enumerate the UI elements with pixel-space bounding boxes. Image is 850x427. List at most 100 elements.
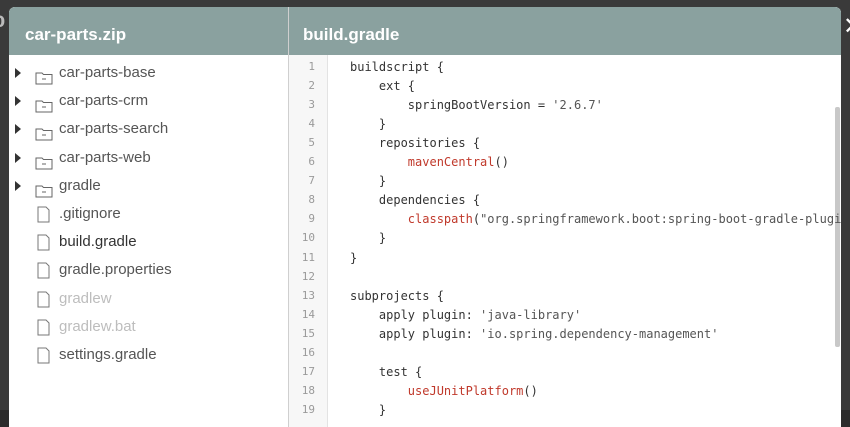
code-line: } — [350, 174, 386, 188]
tree-folder[interactable]: gradle — [9, 172, 288, 200]
vertical-scrollbar[interactable] — [835, 107, 840, 347]
code-line: dependencies { — [350, 193, 480, 207]
line-number: 18 — [301, 383, 315, 397]
line-number: 9 — [308, 212, 315, 226]
line-number: 2 — [308, 79, 315, 93]
code-text: springBootVersion = — [350, 98, 553, 113]
code-line: apply plugin: 'java-library' — [350, 308, 581, 322]
code-text: ( — [472, 212, 481, 227]
code-line: } — [350, 117, 386, 131]
code-string: '2.6.7' — [552, 98, 603, 113]
line-number-gutter: 1 2 3 4 5 6 7 8 9 10 11 12 13 14 15 16 17 18 19 — [289, 55, 328, 427]
code-string: 'java-library' — [480, 307, 582, 322]
code-function: mavenCentral — [407, 155, 495, 170]
code-text: } — [350, 250, 358, 265]
code-line: subprojects { — [350, 289, 444, 303]
code-text: } — [350, 117, 387, 132]
caret-right-icon[interactable] — [15, 152, 21, 163]
tree-item-label: car-parts-base — [59, 64, 156, 81]
code-text: apply plugin: — [350, 307, 481, 322]
code-line: classpath("org.springframework.boot:spri… — [350, 212, 841, 226]
tree-folder[interactable]: car-parts-web — [9, 144, 288, 172]
line-number: 5 — [308, 136, 315, 150]
archive-title: car-parts.zip — [9, 7, 288, 55]
tree-item-label: gradlew — [59, 289, 112, 307]
code-line: useJUnitPlatform() — [350, 384, 538, 398]
code-line: } — [350, 231, 386, 245]
line-number: 16 — [301, 345, 315, 359]
code-line: buildscript { — [350, 60, 444, 74]
code-viewer[interactable]: 1 2 3 4 5 6 7 8 9 10 11 12 13 14 15 16 17 18 19 buildscrip… — [289, 55, 841, 427]
line-number: 12 — [301, 269, 315, 283]
tree-file[interactable]: settings.gradle — [9, 341, 288, 369]
file-title: build.gradle — [289, 7, 841, 55]
code-text: test { — [350, 364, 423, 379]
tree-item-label: .gitignore — [59, 204, 121, 222]
code-text: buildscript { — [350, 60, 444, 74]
file-tree: car-parts-base car-parts-crm car-parts-sea… — [9, 55, 288, 369]
line-number: 10 — [301, 231, 315, 245]
tree-file[interactable]: gradlew — [9, 285, 288, 313]
archive-viewer-dialog: car-parts.zip car-parts-base car-parts-cr… — [9, 7, 841, 427]
code-line: springBootVersion = '2.6.7' — [350, 98, 603, 112]
tree-item-label: car-parts-search — [59, 120, 169, 138]
tree-file[interactable]: build.gradle — [9, 228, 288, 256]
code-text: subprojects { — [350, 288, 444, 303]
tree-item-label: car-parts-crm — [59, 92, 149, 110]
tree-file[interactable]: gradlew.bat — [9, 313, 288, 341]
tree-item-label: settings.gradle — [59, 345, 157, 363]
file-icon — [37, 346, 50, 374]
tree-item-label: build.gradle — [59, 233, 137, 251]
tree-item-label: gradle — [59, 176, 101, 194]
code-text: () — [523, 383, 538, 398]
tree-item-label: car-parts-web — [59, 148, 151, 166]
tree-file[interactable]: .gitignore — [9, 200, 288, 228]
code-line: ext { — [350, 79, 415, 93]
line-number: 8 — [308, 193, 315, 207]
code-line: mavenCentral() — [350, 155, 509, 169]
line-number: 19 — [301, 402, 315, 416]
code-line: repositories { — [350, 136, 480, 150]
line-number: 13 — [301, 288, 315, 302]
caret-right-icon[interactable] — [15, 180, 21, 191]
close-icon[interactable]: ✕ — [843, 14, 850, 38]
line-number: 15 — [301, 326, 315, 340]
line-number: 6 — [308, 155, 315, 169]
code-line: test { — [350, 365, 422, 379]
background-partial-glyph: 0 — [0, 12, 5, 31]
code-string: 'io.spring.dependency-management' — [480, 326, 719, 341]
code-string: "org.springframework.boot:spring-boot-gr… — [480, 212, 841, 227]
code-text: () — [494, 155, 509, 170]
code-text: dependencies { — [350, 193, 481, 208]
caret-right-icon[interactable] — [15, 96, 21, 107]
code-text: repositories { — [350, 136, 481, 151]
caret-right-icon[interactable] — [15, 124, 21, 135]
code-line: apply plugin: 'io.spring.dependency-mana… — [350, 326, 719, 341]
line-number: 14 — [301, 307, 315, 321]
line-number: 4 — [308, 117, 315, 131]
code-text: apply plugin: — [350, 326, 481, 341]
code-text: } — [350, 174, 387, 189]
line-number: 17 — [301, 364, 315, 378]
code-function: useJUnitPlatform — [407, 383, 524, 398]
tree-file[interactable]: gradle.properties — [9, 256, 288, 284]
line-number: 11 — [301, 250, 315, 264]
code-function: classpath — [407, 212, 473, 227]
code-text: ext { — [350, 79, 416, 94]
tree-folder[interactable]: car-parts-crm — [9, 87, 288, 115]
line-number: 3 — [308, 98, 315, 112]
file-preview-panel: build.gradle 1 2 3 4 5 6 7 8 9 10 11 12 13 14 15 16 17 18… — [289, 7, 841, 427]
line-number: 7 — [308, 174, 315, 188]
tree-item-label: gradle.properties — [59, 261, 172, 279]
line-number: 1 — [308, 60, 315, 73]
file-tree-panel: car-parts.zip car-parts-base car-parts-cr… — [9, 7, 289, 427]
tree-folder[interactable]: car-parts-search — [9, 115, 288, 143]
code-line: } — [350, 251, 357, 265]
tree-item-label: gradlew.bat — [59, 317, 136, 335]
code-text: } — [350, 231, 387, 246]
caret-right-icon[interactable] — [15, 68, 21, 78]
tree-folder[interactable]: car-parts-base — [9, 59, 288, 87]
